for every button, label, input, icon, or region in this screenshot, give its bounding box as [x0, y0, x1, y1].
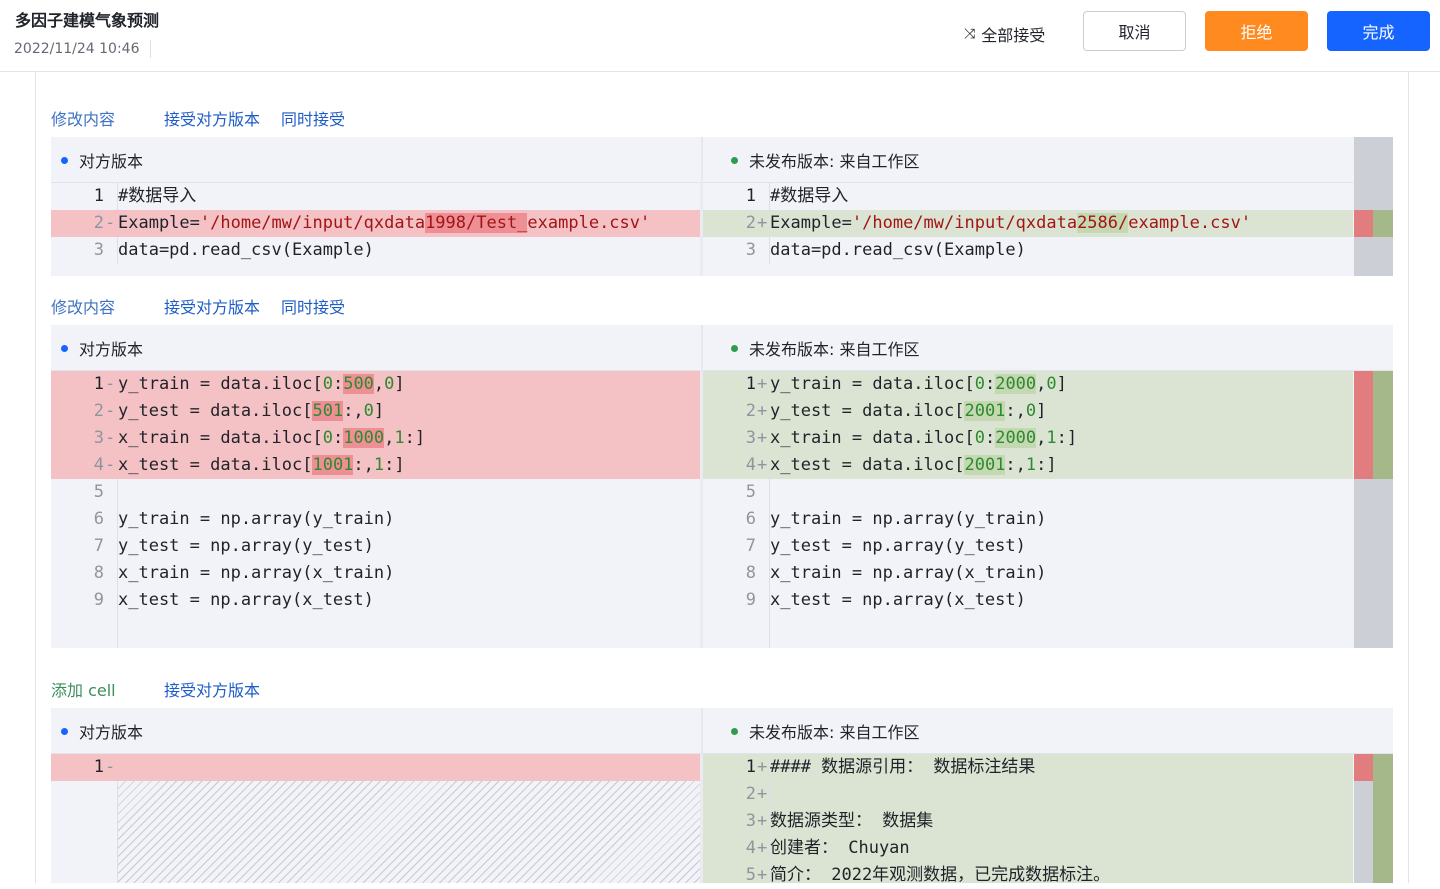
code-row: 7 y_test = np.array(y_test)	[93, 536, 374, 556]
diff-panel-header: 对方版本 未发布版本: 来自工作区	[51, 137, 1393, 183]
header-divider	[701, 137, 703, 183]
code-row-added: 4 + 创建者： Chuyan	[745, 838, 910, 858]
accept-both-button[interactable]: 同时接受	[281, 294, 345, 318]
code-row: 5	[93, 482, 104, 502]
code-row-added: 4 + x_test = data.iloc[2001:,1:]	[703, 452, 1353, 479]
diff-minimap[interactable]	[1354, 754, 1393, 883]
left-version-label: 对方版本	[79, 723, 144, 742]
left-code-pane[interactable]: 1- y_train = data.iloc[0:500,0] 2- y_test …	[51, 371, 702, 648]
right-version-header: 未发布版本: 来自工作区	[731, 137, 919, 183]
accept-theirs-button[interactable]: 接受对方版本	[164, 106, 260, 130]
hunk-actions: 修改内容 接受对方版本 同时接受	[51, 106, 366, 130]
minimap-deleted-marker	[1354, 371, 1373, 479]
code-row: 7 y_test = np.array(y_test)	[745, 536, 1026, 556]
right-code-pane[interactable]: 1 + #### 数据源引用： 数据标注结果 2 + 3 + 数据源类型： 数据集 4 + 创…	[703, 754, 1353, 885]
code-row: 3 data=pd.read_csv(Example)	[745, 240, 1026, 260]
green-dot-icon	[731, 156, 738, 164]
minimap-added-marker	[1373, 371, 1393, 479]
code-row-deleted: 3- x_train = data.iloc[0:1000,1:]	[51, 425, 702, 452]
code-row: 9 x_test = np.array(x_test)	[93, 590, 374, 610]
code-row-added: 2 + y_test = data.iloc[2001:,0]	[703, 398, 1353, 425]
minimap-added-marker	[1373, 754, 1393, 883]
code-row: 3 data=pd.read_csv(Example)	[93, 240, 374, 260]
done-button[interactable]: 完成	[1327, 11, 1430, 51]
blue-dot-icon	[61, 344, 68, 352]
code-row-deleted: 1-	[51, 754, 702, 781]
left-version-header: 对方版本	[61, 708, 143, 754]
header-divider	[701, 325, 703, 371]
empty-placeholder-hatch	[118, 781, 702, 883]
left-version-label: 对方版本	[79, 152, 144, 171]
code-row: 1 #数据导入	[93, 186, 197, 206]
document-date: 2022/11/24 10:46	[14, 40, 151, 58]
code-row: 6 y_train = np.array(y_train)	[93, 509, 395, 529]
diff-panel: 对方版本 未发布版本: 来自工作区 1- 1 + #### 数据源引用： 数据标注结…	[51, 708, 1393, 885]
right-version-label: 未发布版本: 来自工作区	[749, 152, 920, 171]
accept-all-label: 全部接受	[981, 26, 1046, 45]
minimap-deleted-marker	[1354, 754, 1373, 781]
diff-panel: 对方版本 未发布版本: 来自工作区 1 #数据导入 2- Example='/hom…	[51, 137, 1393, 276]
code-row-added: 1 + y_train = data.iloc[0:2000,0]	[703, 371, 1353, 398]
code-row: 5	[745, 482, 756, 502]
minimap-added-marker	[1373, 210, 1393, 237]
code-row: 9 x_test = np.array(x_test)	[745, 590, 1026, 610]
left-version-label: 对方版本	[79, 340, 144, 359]
diff-minimap[interactable]	[1354, 137, 1393, 276]
right-version-label: 未发布版本: 来自工作区	[749, 723, 920, 742]
hunk-kind-label: 修改内容	[51, 110, 116, 129]
diff-panel-body: 1- y_train = data.iloc[0:500,0] 2- y_test …	[51, 371, 1393, 648]
green-dot-icon	[731, 727, 738, 735]
right-version-label: 未发布版本: 来自工作区	[749, 340, 920, 359]
accept-both-button[interactable]: 同时接受	[281, 106, 345, 130]
hunk-kind-label: 修改内容	[51, 298, 116, 317]
code-row-added: 3 + x_train = data.iloc[0:2000,1:]	[703, 425, 1353, 452]
reject-button[interactable]: 拒绝	[1205, 11, 1308, 51]
diff-panel-header: 对方版本 未发布版本: 来自工作区	[51, 325, 1393, 371]
left-code-pane[interactable]: 1-	[51, 754, 702, 883]
code-row-added: 3 + 数据源类型： 数据集	[745, 811, 934, 831]
diff-panel: 对方版本 未发布版本: 来自工作区 1- y_train = data.iloc[…	[51, 325, 1393, 648]
code-row-added: 2 +	[745, 784, 768, 804]
top-bar: 多因子建模气象预测 2022/11/24 10:46 ⤨ 全部接受 取消 拒绝 …	[0, 0, 1440, 72]
right-code-pane[interactable]: 1 + y_train = data.iloc[0:2000,0] 2 + y_test…	[703, 371, 1353, 648]
blue-dot-icon	[61, 156, 68, 164]
hunk-actions: 修改内容 接受对方版本 同时接受	[51, 294, 366, 318]
right-version-header: 未发布版本: 来自工作区	[731, 708, 919, 754]
code-row-added: 2 + Example='/home/mw/input/qxdata2586/exa…	[703, 210, 1353, 237]
minimap-deleted-marker	[1354, 210, 1373, 237]
code-row-deleted: 2- y_test = data.iloc[501:,0]	[51, 398, 702, 425]
diff-minimap[interactable]	[1354, 371, 1393, 648]
blue-dot-icon	[61, 727, 68, 735]
left-version-header: 对方版本	[61, 137, 143, 183]
code-row-deleted: 4- x_test = data.iloc[1001:,1:]	[51, 452, 702, 479]
merge-arrows-icon: ⤨	[964, 26, 976, 42]
hunk-actions: 添加 cell 接受对方版本	[51, 677, 281, 701]
code-row: 6 y_train = np.array(y_train)	[745, 509, 1047, 529]
accept-all-button[interactable]: ⤨ 全部接受	[964, 22, 1045, 46]
document-title: 多因子建模气象预测	[15, 11, 160, 30]
code-row-added: 1 + #### 数据源引用： 数据标注结果	[745, 757, 1036, 777]
diff-panel-body: 1- 1 + #### 数据源引用： 数据标注结果 2 + 3 + 数据源类型： 数据集 …	[51, 754, 1393, 885]
diff-panel-header: 对方版本 未发布版本: 来自工作区	[51, 708, 1393, 754]
code-row: 8 x_train = np.array(x_train)	[745, 563, 1047, 583]
green-dot-icon	[731, 344, 738, 352]
hunk-kind-label: 添加 cell	[51, 681, 116, 700]
code-row: 1 #数据导入	[745, 186, 849, 206]
accept-theirs-button[interactable]: 接受对方版本	[164, 294, 260, 318]
code-row-added: 5 + 简介： 2022年观测数据，已完成数据标注。	[745, 865, 1111, 885]
left-code-pane[interactable]: 1 #数据导入 2- Example='/home/mw/input/qxdata1…	[51, 183, 702, 264]
right-version-header: 未发布版本: 来自工作区	[731, 325, 919, 371]
left-version-header: 对方版本	[61, 325, 143, 371]
diff-panel-body: 1 #数据导入 2- Example='/home/mw/input/qxdata1…	[51, 137, 1393, 276]
code-row-deleted: 1- y_train = data.iloc[0:500,0]	[51, 371, 702, 398]
accept-theirs-button[interactable]: 接受对方版本	[164, 677, 260, 701]
right-code-pane[interactable]: 1 #数据导入 2 + Example='/home/mw/input/qxdata2…	[703, 183, 1353, 264]
code-row-deleted: 2- Example='/home/mw/input/qxdata1998/Tes…	[51, 210, 702, 237]
code-row: 8 x_train = np.array(x_train)	[93, 563, 395, 583]
header-divider	[701, 708, 703, 754]
cancel-button[interactable]: 取消	[1083, 11, 1186, 51]
